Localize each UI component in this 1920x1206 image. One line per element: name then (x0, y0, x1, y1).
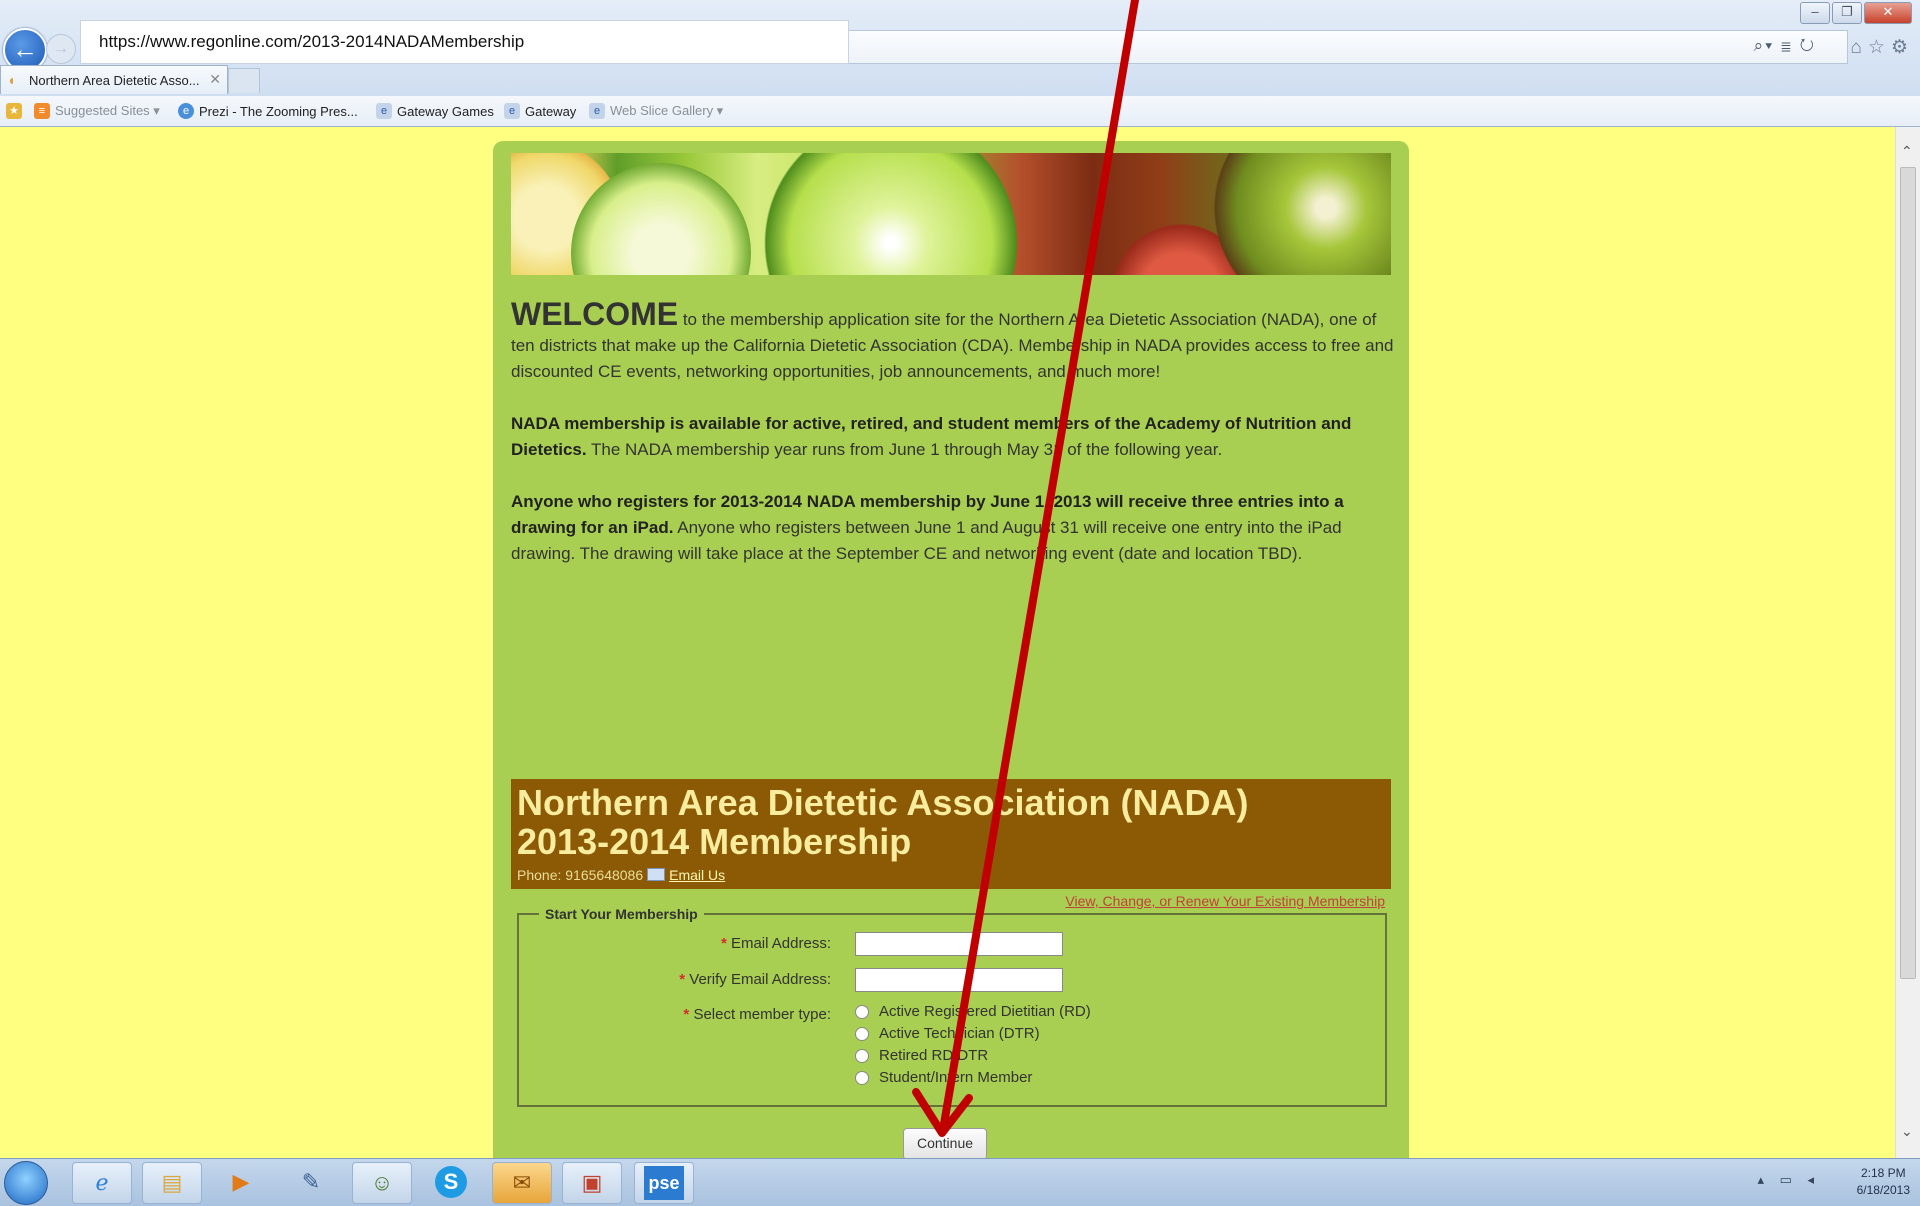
scroll-up-icon[interactable]: ⌃ (1901, 143, 1913, 160)
radio-button[interactable] (855, 1004, 869, 1019)
powerpoint-icon[interactable]: ▣ (562, 1162, 622, 1204)
phone-number: Phone: 9165648086 (517, 867, 644, 883)
welcome-paragraph: WELCOME to the membership application si… (511, 296, 1394, 381)
site-favicon-icon: ◖ (7, 72, 16, 88)
settings-gear-icon[interactable]: ⚙ (1891, 37, 1914, 58)
fav-item-prezi[interactable]: e Prezi - The Zooming Pres... (178, 103, 358, 119)
member-type-label: * Select member type: (683, 1006, 831, 1023)
refresh-icon[interactable]: ↻ (1800, 36, 1816, 55)
people-icon[interactable]: ☺ (352, 1162, 412, 1204)
clock-time: 2:18 PM (1860, 1166, 1906, 1180)
fav-item-gateway-games[interactable]: e Gateway Games (376, 103, 494, 119)
member-type-option-dtr[interactable]: Active Technician (DTR) (855, 1025, 1040, 1042)
clock[interactable]: 2:18 PM 6/18/2013 (1857, 1165, 1910, 1199)
window-controls: – ❐ ✕ (1798, 2, 1912, 24)
fav-item-web-slice-gallery[interactable]: e Web Slice Gallery ▾ (589, 103, 723, 119)
compatibility-icon[interactable]: ≣ (1781, 36, 1793, 55)
address-bar-extension (847, 30, 1848, 64)
windows-taskbar: ℯ ▤ ▶ ✎ ☺ S ✉ ▣ pse ▴ ▭ ◂ 2:18 PM 6/18/2… (0, 1158, 1920, 1206)
ipad-drawing-paragraph: Anyone who registers for 2013-2014 NADA … (511, 492, 1344, 563)
suggested-sites-icon: ≡ (34, 103, 50, 119)
scrollbar-thumb[interactable] (1900, 167, 1916, 979)
required-asterisk: * (720, 935, 731, 952)
radio-button[interactable] (855, 1026, 869, 1041)
back-arrow-icon: ← (12, 34, 38, 64)
paint-icon[interactable]: ✎ (282, 1162, 340, 1202)
close-window-button[interactable]: ✕ (1864, 2, 1912, 24)
member-type-option-retired[interactable]: Retired RD/DTR (855, 1047, 988, 1064)
page-icon: e (504, 103, 520, 119)
pse-icon[interactable]: pse (634, 1162, 694, 1204)
address-bar[interactable]: https://www.regonline.com/2013-2014NADAM… (80, 20, 849, 64)
browser-chrome: – ❐ ✕ ← → https://www.regonline.com/2013… (0, 0, 1920, 127)
email-input[interactable] (855, 932, 1063, 956)
email-row: * Email Address: (519, 932, 1379, 958)
favorites-star-icon[interactable]: ★ (6, 103, 27, 119)
home-icon[interactable]: ⌂ (1850, 37, 1867, 58)
required-asterisk: * (679, 971, 690, 988)
fieldset-legend: Start Your Membership (539, 906, 704, 922)
page-icon: e (376, 103, 392, 119)
fav-item-gateway[interactable]: e Gateway (504, 103, 576, 119)
required-asterisk: * (683, 1006, 694, 1023)
eligibility-paragraph: NADA membership is available for active,… (511, 414, 1352, 459)
member-type-option-rd[interactable]: Active Registered Dietitian (RD) (855, 1003, 1091, 1020)
web-slice-icon: e (589, 103, 605, 119)
new-tab-button[interactable] (228, 68, 260, 93)
continue-button[interactable]: Continue (903, 1128, 987, 1158)
registration-card: WELCOME to the membership application si… (493, 141, 1409, 1158)
restore-button[interactable]: ❐ (1832, 2, 1862, 24)
event-title-box: Northern Area Dietetic Association (NADA… (511, 779, 1391, 889)
contact-line: Phone: 9165648086 Email Us (517, 867, 725, 883)
member-type-row: * Select member type: Active Registered … (519, 1003, 1379, 1093)
fav-item-suggested-sites[interactable]: ≡ Suggested Sites ▾ (34, 103, 160, 119)
member-type-option-student[interactable]: Student/Intern Member (855, 1069, 1032, 1086)
minimize-button[interactable]: – (1800, 2, 1830, 24)
verify-email-input[interactable] (855, 968, 1063, 992)
system-tray-icons[interactable]: ▴ ▭ ◂ (1757, 1172, 1820, 1188)
page-viewport: WELCOME to the membership application si… (0, 127, 1920, 1158)
forward-button[interactable]: → (46, 34, 76, 64)
internet-explorer-icon[interactable]: ℯ (72, 1162, 132, 1204)
tab-close-icon[interactable]: ✕ (209, 71, 221, 88)
fruit-banner-image (511, 153, 1391, 275)
favorites-star-icon[interactable]: ☆ (1868, 37, 1891, 58)
verify-email-label: * Verify Email Address: (679, 971, 831, 988)
outlook-icon[interactable]: ✉ (492, 1162, 552, 1204)
address-tools[interactable]: ⌕▾ ≣ ↻ (1754, 36, 1816, 56)
page-scrollbar[interactable]: ⌃ ⌄ (1895, 127, 1920, 1158)
start-membership-fieldset: Start Your Membership * Email Address: *… (517, 906, 1387, 1107)
existing-membership-link[interactable]: View, Change, or Renew Your Existing Mem… (1065, 893, 1385, 909)
welcome-heading: WELCOME (511, 296, 679, 332)
prezi-icon: e (178, 103, 194, 119)
forward-arrow-icon: → (53, 40, 69, 57)
radio-button[interactable] (855, 1048, 869, 1063)
browser-tab[interactable]: ◖ Northern Area Dietetic Asso... ✕ (0, 65, 228, 94)
radio-button[interactable] (855, 1070, 869, 1085)
email-label: * Email Address: (720, 935, 831, 952)
file-explorer-icon[interactable]: ▤ (142, 1162, 202, 1204)
email-us-link[interactable]: Email Us (669, 867, 725, 883)
verify-email-row: * Verify Email Address: (519, 968, 1379, 994)
search-icon[interactable]: ⌕▾ (1754, 36, 1775, 55)
browser-toolbar-icons: ⌂☆⚙ (1850, 36, 1914, 59)
envelope-icon (647, 868, 666, 881)
welcome-text: WELCOME to the membership application si… (511, 296, 1396, 593)
url-text[interactable]: https://www.regonline.com/2013-2014NADAM… (99, 32, 524, 52)
clock-date: 6/18/2013 (1856, 1183, 1910, 1197)
skype-icon[interactable]: S (422, 1162, 480, 1202)
tab-title: Northern Area Dietetic Asso... (29, 73, 200, 88)
start-orb-icon[interactable] (4, 1161, 48, 1205)
scroll-down-icon[interactable]: ⌄ (1901, 1123, 1913, 1140)
media-player-icon[interactable]: ▶ (212, 1162, 270, 1202)
event-title: Northern Area Dietetic Association (NADA… (517, 782, 1249, 862)
favorites-bar: ★ ≡ Suggested Sites ▾ e Prezi - The Zoomin… (0, 96, 1920, 126)
